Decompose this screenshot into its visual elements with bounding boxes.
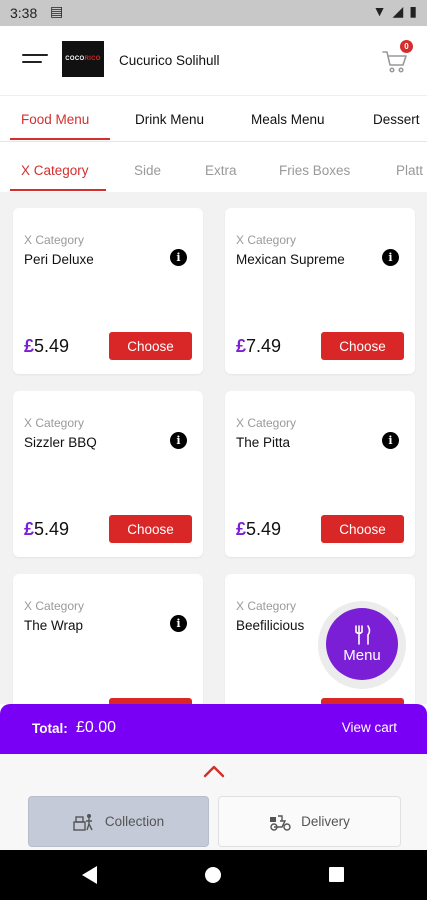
product-card[interactable]: X Category Sizzler BBQ i £5.49 Choose xyxy=(13,391,203,557)
product-price: £5.49 xyxy=(236,519,282,539)
logo-mark: COCORICO xyxy=(65,56,101,62)
product-name: Peri Deluxe xyxy=(24,252,94,267)
wifi-icon: ▼ xyxy=(372,3,387,19)
notification-icon: ▤ xyxy=(50,3,64,19)
back-icon[interactable] xyxy=(82,866,97,884)
delivery-label: Delivery xyxy=(301,814,350,829)
recent-apps-icon[interactable] xyxy=(329,867,344,882)
product-card[interactable]: X Category The Pitta i £5.49 Choose xyxy=(225,391,415,557)
tab-food-menu[interactable]: Food Menu xyxy=(21,112,89,127)
tab-extra[interactable]: Extra xyxy=(205,163,237,178)
info-icon[interactable]: i xyxy=(382,249,399,266)
product-category: X Category xyxy=(24,416,85,430)
info-icon[interactable]: i xyxy=(382,432,399,449)
choose-button[interactable]: Choose xyxy=(321,515,404,543)
hamburger-menu-icon[interactable] xyxy=(22,54,48,68)
choose-button[interactable]: Choose xyxy=(109,332,192,360)
collection-button[interactable]: Collection xyxy=(28,796,209,847)
product-name: Mexican Supreme xyxy=(236,252,345,267)
active-category-indicator xyxy=(10,189,106,191)
product-card[interactable]: X Category Mexican Supreme i £7.49 Choos… xyxy=(225,208,415,374)
store-name: Cucurico Solihull xyxy=(119,53,220,68)
signal-icon: ◢ xyxy=(392,3,404,19)
tab-side[interactable]: Side xyxy=(134,163,161,178)
product-category: X Category xyxy=(236,599,297,613)
tab-dessert[interactable]: Dessert xyxy=(373,112,420,127)
product-category: X Category xyxy=(236,416,297,430)
total-label: Total: xyxy=(32,721,68,736)
info-icon[interactable]: i xyxy=(170,615,187,632)
product-price: £5.49 xyxy=(24,519,70,539)
store-logo: COCORICO xyxy=(62,41,104,77)
category-tabs: X Category Side Extra Fries Boxes Platt xyxy=(0,142,427,192)
tab-x-category[interactable]: X Category xyxy=(21,163,89,178)
tab-platters[interactable]: Platt xyxy=(396,163,423,178)
product-name: Sizzler BBQ xyxy=(24,435,97,450)
tab-fries-boxes[interactable]: Fries Boxes xyxy=(279,163,350,178)
product-card[interactable]: X Category Peri Deluxe i £5.49 Choose xyxy=(13,208,203,374)
collection-icon xyxy=(73,813,93,831)
menu-fab-button[interactable]: Menu xyxy=(326,608,398,680)
battery-icon: ▮ xyxy=(409,3,417,19)
collection-label: Collection xyxy=(104,814,165,829)
tab-meals-menu[interactable]: Meals Menu xyxy=(251,112,325,127)
info-icon[interactable]: i xyxy=(170,432,187,449)
choose-button[interactable]: Choose xyxy=(109,515,192,543)
product-price: £7.49 xyxy=(236,336,282,356)
view-cart-link[interactable]: View cart xyxy=(342,720,397,735)
product-price: £5.49 xyxy=(24,336,70,356)
status-time: 3:38 xyxy=(10,5,38,21)
menu-tabs: Food Menu Drink Menu Meals Menu Dessert xyxy=(0,96,427,142)
product-card[interactable]: X Category The Wrap i xyxy=(13,574,203,704)
product-category: X Category xyxy=(24,599,85,613)
cart-count-badge: 0 xyxy=(400,40,413,53)
chevron-up-icon[interactable] xyxy=(203,764,225,778)
total-value: £0.00 xyxy=(76,719,117,736)
product-name: Beefilicious xyxy=(236,618,305,633)
product-category: X Category xyxy=(236,233,297,247)
system-nav-bar xyxy=(0,850,427,900)
cutlery-icon xyxy=(355,624,371,645)
app-header: COCORICO Cucurico Solihull 0 xyxy=(0,26,427,96)
choose-button[interactable]: Choose xyxy=(321,332,404,360)
product-category: X Category xyxy=(24,233,85,247)
info-icon[interactable]: i xyxy=(170,249,187,266)
home-icon[interactable] xyxy=(205,867,221,883)
tab-drink-menu[interactable]: Drink Menu xyxy=(135,112,204,127)
order-type-panel: Collection Delivery xyxy=(0,754,427,850)
menu-fab-label: Menu xyxy=(343,646,381,664)
status-icons: ▼ ◢ ▮ xyxy=(373,3,417,20)
status-bar: 3:38 ▤ ▼ ◢ ▮ xyxy=(0,0,427,26)
product-name: The Wrap xyxy=(24,618,84,633)
cart-summary-bar[interactable]: Total: £0.00 View cart xyxy=(0,704,427,754)
product-name: The Pitta xyxy=(236,435,291,450)
delivery-icon xyxy=(270,814,291,831)
active-tab-indicator xyxy=(10,138,110,140)
delivery-button[interactable]: Delivery xyxy=(218,796,401,847)
